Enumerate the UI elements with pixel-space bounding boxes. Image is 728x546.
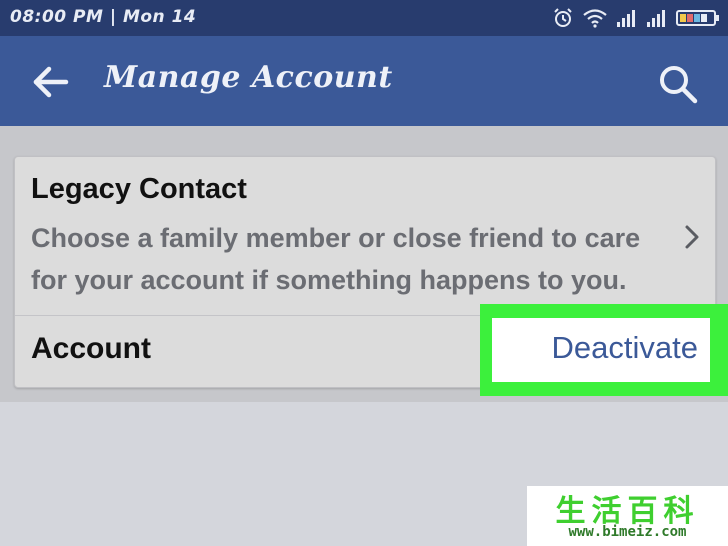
signal-icon xyxy=(647,10,665,27)
page-title: Manage Account xyxy=(104,60,393,95)
deactivate-label: Deactivate xyxy=(551,330,698,365)
account-label: Account xyxy=(31,332,151,365)
app-bar: Manage Account xyxy=(0,36,728,126)
signal-icon xyxy=(617,10,635,27)
search-button[interactable] xyxy=(656,62,700,106)
status-time: 08:00 PM | Mon 14 xyxy=(10,7,197,27)
chevron-right-icon xyxy=(685,225,699,249)
status-bar: 08:00 PM | Mon 14 xyxy=(0,0,728,36)
battery-icon xyxy=(676,10,719,26)
watermark: 生活百科 www.bimeiz.com xyxy=(527,486,728,546)
deactivate-button[interactable]: Deactivate xyxy=(492,318,710,382)
watermark-url: www.bimeiz.com xyxy=(568,524,687,540)
status-icons xyxy=(552,6,720,30)
alarm-icon xyxy=(554,8,572,27)
arrow-left-icon xyxy=(33,66,69,98)
search-icon xyxy=(660,66,698,104)
legacy-contact-title: Legacy Contact xyxy=(31,173,247,205)
legacy-contact-description: Choose a family member or close friend t… xyxy=(31,223,641,295)
back-button[interactable] xyxy=(30,62,74,102)
wifi-icon xyxy=(583,9,607,28)
legacy-contact-row[interactable]: Legacy Contact Choose a family member or… xyxy=(15,157,715,313)
